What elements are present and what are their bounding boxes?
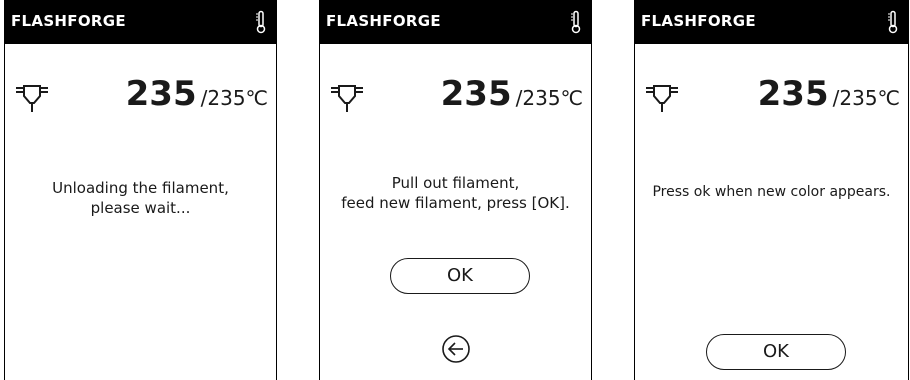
screen-change-filament: FLASHFORGE 235/235℃ Pull out filament, f…: [319, 0, 592, 380]
brand-logo: FLASHFORGE: [326, 12, 441, 30]
target-temperature: /235℃: [200, 86, 268, 110]
back-arrow-icon[interactable]: [441, 334, 471, 364]
nozzle-icon: [331, 85, 363, 112]
status-message: Pull out filament, feed new filament, pr…: [320, 173, 591, 213]
ok-button[interactable]: OK: [390, 258, 530, 294]
header-bar: FLASHFORGE: [5, 0, 276, 44]
temperature-readout: 235/235℃: [758, 74, 900, 114]
message-line: Pull out filament,: [391, 174, 520, 192]
status-message: Press ok when new color appears.: [635, 182, 908, 202]
target-temperature: /235℃: [832, 86, 900, 110]
temperature-readout: 235/235℃: [441, 74, 583, 114]
screen-unloading: FLASHFORGE 235/235℃ Unloading the filame…: [4, 0, 277, 380]
target-temperature: /235℃: [515, 86, 583, 110]
message-line: feed new filament, press [OK].: [341, 194, 570, 212]
nozzle-icon: [16, 85, 48, 112]
brand-logo: FLASHFORGE: [11, 12, 126, 30]
current-temperature: 235: [757, 74, 829, 114]
thermometer-icon[interactable]: [886, 10, 900, 34]
header-bar: FLASHFORGE: [635, 0, 908, 44]
message-line: Press ok when new color appears.: [652, 184, 891, 200]
ok-button[interactable]: OK: [706, 334, 846, 370]
header-bar: FLASHFORGE: [320, 0, 591, 44]
brand-logo: FLASHFORGE: [641, 12, 756, 30]
message-line: Unloading the filament,: [52, 179, 229, 197]
status-message: Unloading the filament, please wait...: [5, 178, 276, 218]
current-temperature: 235: [125, 74, 197, 114]
thermometer-icon[interactable]: [569, 10, 583, 34]
current-temperature: 235: [440, 74, 512, 114]
thermometer-icon[interactable]: [254, 10, 268, 34]
screen-confirm-color: FLASHFORGE 235/235℃ Press ok when new co…: [634, 0, 909, 380]
temperature-readout: 235/235℃: [126, 74, 268, 114]
message-line: please wait...: [90, 199, 191, 217]
nozzle-icon: [646, 85, 678, 112]
